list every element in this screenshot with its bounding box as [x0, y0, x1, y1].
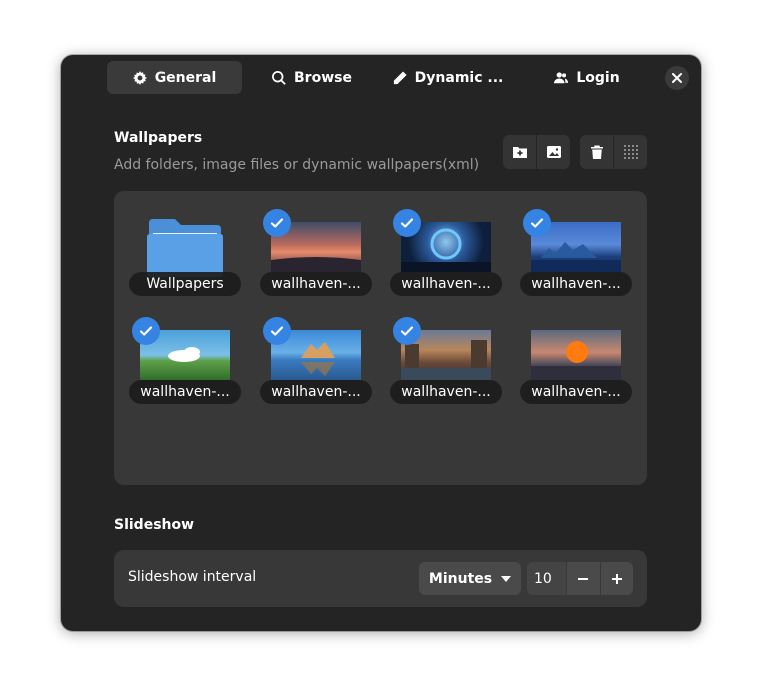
interval-spin-button: 10	[527, 562, 633, 595]
wallpaper-item-label: wallhaven-...	[520, 272, 632, 296]
wallpaper-item[interactable]: wallhaven-...	[389, 315, 503, 407]
tab-browse-label: Browse	[294, 69, 352, 86]
slideshow-interval-label: Slideshow interval	[128, 569, 257, 585]
tab-general-label: General	[154, 69, 217, 86]
wallpaper-settings-dialog: General Browse Dynamic ... Login Wallpap…	[61, 55, 701, 631]
chevron-down-icon	[501, 575, 512, 582]
add-buttons-group	[503, 135, 570, 169]
wallpaper-item-folder[interactable]: Wallpapers	[128, 207, 242, 299]
selected-check[interactable]	[393, 317, 421, 345]
folder-icon	[147, 219, 223, 277]
tab-login[interactable]: Login	[521, 61, 653, 94]
folder-add-icon	[512, 147, 527, 158]
close-icon	[672, 73, 682, 83]
plus-icon	[611, 573, 622, 584]
wallpaper-item[interactable]: wallhaven-...	[259, 315, 373, 407]
select-all-button[interactable]	[613, 135, 647, 169]
interval-unit-dropdown[interactable]: Minutes	[419, 562, 521, 595]
remove-buttons-group	[580, 135, 647, 169]
wallpaper-item[interactable]: wallhaven-...	[259, 207, 373, 299]
slideshow-title: Slideshow	[114, 517, 195, 533]
slideshow-interval-row: Slideshow interval Minutes 10	[114, 550, 647, 607]
select-grid-icon	[623, 145, 638, 159]
wallpaper-item[interactable]: wallhaven-...	[128, 315, 242, 407]
tab-dynamic[interactable]: Dynamic ...	[382, 61, 514, 94]
wallpaper-item[interactable]: wallhaven-...	[519, 315, 633, 407]
wallpaper-thumbnail	[531, 330, 621, 380]
users-icon	[554, 71, 569, 83]
wallpaper-item-label: Wallpapers	[129, 272, 241, 296]
wallpaper-item-label: wallhaven-...	[390, 272, 502, 296]
wallpaper-item[interactable]: wallhaven-...	[519, 207, 633, 299]
checkmark-icon	[400, 218, 414, 228]
interval-value-input[interactable]: 10	[527, 562, 567, 595]
selected-check[interactable]	[263, 317, 291, 345]
wallpaper-item-label: wallhaven-...	[260, 272, 372, 296]
image-icon	[546, 146, 561, 158]
increment-button[interactable]	[599, 562, 633, 595]
decrement-button[interactable]	[566, 562, 599, 595]
tab-general[interactable]: General	[107, 61, 242, 94]
gear-icon	[132, 70, 147, 85]
checkmark-icon	[270, 326, 284, 336]
wallpaper-grid: Wallpapers wallhaven-... wallhaven-... w…	[114, 191, 647, 485]
header-tabs: General Browse Dynamic ... Login	[107, 61, 639, 94]
checkmark-icon	[530, 218, 544, 228]
wallpaper-item-label: wallhaven-...	[520, 380, 632, 404]
wallpapers-title: Wallpapers	[114, 130, 203, 146]
wallpaper-item-label: wallhaven-...	[260, 380, 372, 404]
selected-check[interactable]	[523, 209, 551, 237]
add-folder-button[interactable]	[503, 135, 536, 169]
tab-login-label: Login	[576, 69, 620, 86]
checkmark-icon	[139, 326, 153, 336]
selected-check[interactable]	[393, 209, 421, 237]
selected-check[interactable]	[132, 317, 160, 345]
tab-browse[interactable]: Browse	[242, 61, 382, 94]
wallpaper-item[interactable]: wallhaven-...	[389, 207, 503, 299]
delete-button[interactable]	[580, 135, 613, 169]
search-icon	[272, 70, 286, 85]
checkmark-icon	[400, 326, 414, 336]
pencil-icon	[393, 70, 407, 84]
trash-icon	[590, 145, 603, 159]
add-image-button[interactable]	[536, 135, 570, 169]
wallpaper-item-label: wallhaven-...	[129, 380, 241, 404]
tab-dynamic-label: Dynamic ...	[414, 69, 504, 86]
wallpaper-item-label: wallhaven-...	[390, 380, 502, 404]
interval-unit-value: Minutes	[428, 570, 493, 587]
checkmark-icon	[270, 218, 284, 228]
wallpapers-subtitle: Add folders, image files or dynamic wall…	[114, 157, 480, 173]
minus-icon	[578, 577, 589, 580]
selected-check[interactable]	[263, 209, 291, 237]
close-button[interactable]	[665, 66, 689, 90]
